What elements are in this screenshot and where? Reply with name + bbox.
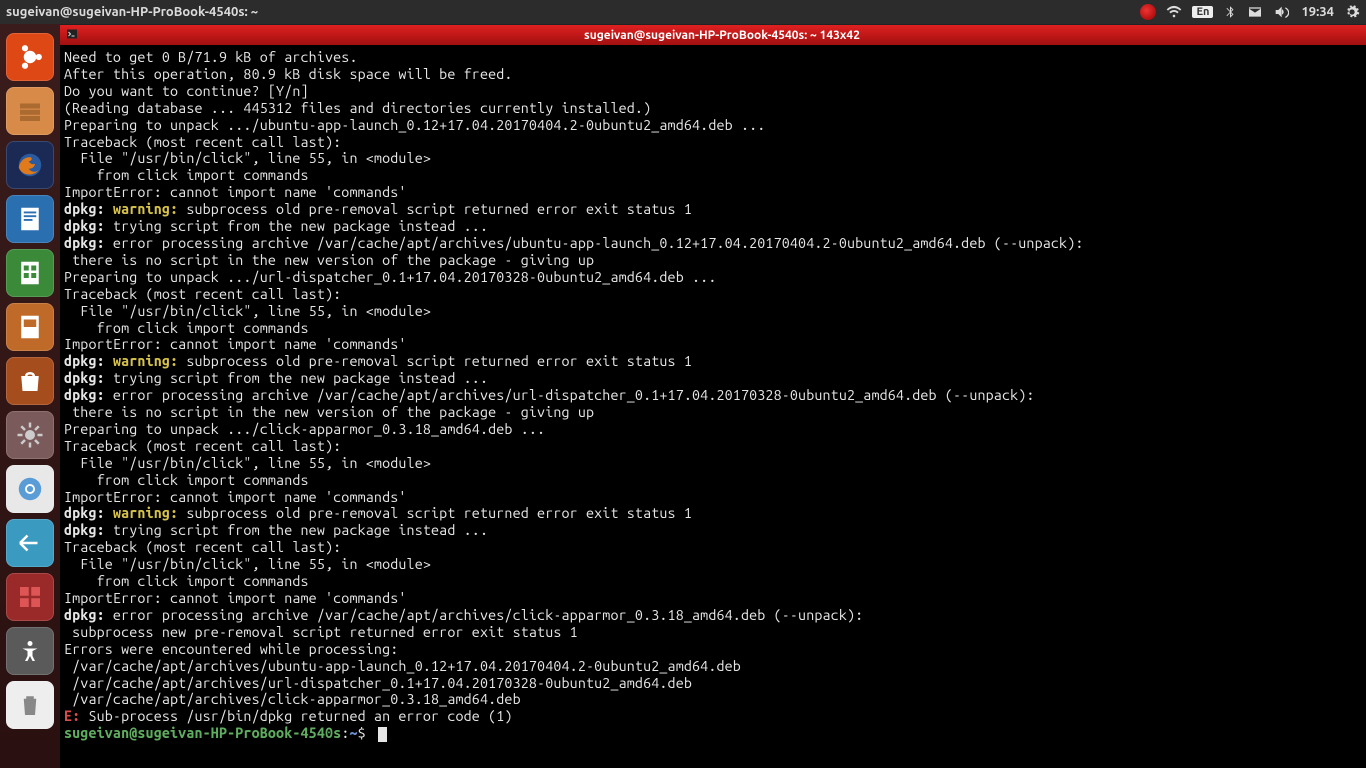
terminal-line: Preparing to unpack .../ubuntu-app-launc… (64, 117, 1362, 134)
terminal-titlebar[interactable]: sugeivan@sugeivan-HP-ProBook-4540s: ~ 14… (60, 25, 1366, 45)
launcher-ccsm[interactable] (6, 573, 54, 621)
terminal-line: from click import commands (64, 573, 1362, 590)
window-title: sugeivan@sugeivan-HP-ProBook-4540s: ~ (6, 5, 258, 19)
terminal-line: Do you want to continue? [Y/n] (64, 83, 1362, 100)
terminal-line: File "/usr/bin/click", line 55, in <modu… (64, 150, 1362, 167)
language-indicator[interactable]: En (1192, 2, 1213, 22)
terminal-line: from click import commands (64, 320, 1362, 337)
terminal-line: Preparing to unpack .../url-dispatcher_0… (64, 269, 1362, 286)
bluetooth-icon[interactable] (1223, 2, 1237, 22)
terminal-line: Traceback (most recent call last): (64, 438, 1362, 455)
terminal-line: Errors were encountered while processing… (64, 641, 1362, 658)
terminal-line: File "/usr/bin/click", line 55, in <modu… (64, 556, 1362, 573)
launcher-system-settings[interactable] (6, 411, 54, 459)
terminal-line: dpkg: warning: subprocess old pre-remova… (64, 201, 1362, 218)
terminal-line: After this operation, 80.9 kB disk space… (64, 66, 1362, 83)
terminal-cursor (378, 727, 387, 742)
terminal-line: dpkg: error processing archive /var/cach… (64, 607, 1362, 624)
terminal-line: (Reading database ... 445312 files and d… (64, 100, 1362, 117)
gnome-topbar: sugeivan@sugeivan-HP-ProBook-4540s: ~ En… (0, 0, 1366, 24)
terminal-line: from click import commands (64, 167, 1362, 184)
terminal-line: Preparing to unpack .../click-apparmor_0… (64, 421, 1362, 438)
terminal-line: subprocess new pre-removal script return… (64, 624, 1362, 641)
terminal-line: ImportError: cannot import name 'command… (64, 184, 1362, 201)
terminal-icon (66, 28, 78, 43)
terminal-line: File "/usr/bin/click", line 55, in <modu… (64, 455, 1362, 472)
terminal-line: there is no script in the new version of… (64, 404, 1362, 421)
launcher-trash[interactable] (6, 681, 54, 729)
terminal-output[interactable]: Need to get 0 B/71.9 kB of archives.Afte… (60, 45, 1366, 746)
terminal-line: from click import commands (64, 472, 1362, 489)
terminal-line: dpkg: error processing archive /var/cach… (64, 235, 1362, 252)
launcher-calc[interactable] (6, 249, 54, 297)
sound-icon[interactable] (1273, 2, 1289, 22)
update-shield-icon[interactable] (1140, 2, 1156, 22)
launcher-accessibility[interactable] (6, 627, 54, 675)
terminal-line: dpkg: trying script from the new package… (64, 522, 1362, 539)
terminal-line: Need to get 0 B/71.9 kB of archives. (64, 49, 1362, 66)
terminal-title-text: sugeivan@sugeivan-HP-ProBook-4540s: ~ 14… (78, 29, 1366, 42)
terminal-line: /var/cache/apt/archives/click-apparmor_0… (64, 691, 1362, 708)
terminal-line: dpkg: warning: subprocess old pre-remova… (64, 353, 1362, 370)
terminal-window: sugeivan@sugeivan-HP-ProBook-4540s: ~ 14… (60, 24, 1366, 764)
terminal-line: Traceback (most recent call last): (64, 286, 1362, 303)
terminal-line: dpkg: error processing archive /var/cach… (64, 387, 1362, 404)
wifi-icon[interactable] (1166, 2, 1182, 22)
terminal-line: ImportError: cannot import name 'command… (64, 489, 1362, 506)
terminal-prompt[interactable]: sugeivan@sugeivan-HP-ProBook-4540s:~$ (64, 725, 1362, 742)
launcher-chromium[interactable] (6, 465, 54, 513)
launcher-firefox[interactable] (6, 141, 54, 189)
launcher-screenshot[interactable] (6, 519, 54, 567)
terminal-line: E: Sub-process /usr/bin/dpkg returned an… (64, 708, 1362, 725)
launcher-writer[interactable] (6, 195, 54, 243)
terminal-line: /var/cache/apt/archives/ubuntu-app-launc… (64, 658, 1362, 675)
terminal-line: dpkg: trying script from the new package… (64, 218, 1362, 235)
terminal-line: File "/usr/bin/click", line 55, in <modu… (64, 303, 1362, 320)
terminal-line: ImportError: cannot import name 'command… (64, 336, 1362, 353)
clock[interactable]: 19:34 (1301, 2, 1334, 22)
power-cog-icon[interactable] (1344, 2, 1360, 22)
terminal-line: there is no script in the new version of… (64, 252, 1362, 269)
terminal-line: Traceback (most recent call last): (64, 539, 1362, 556)
terminal-line: dpkg: warning: subprocess old pre-remova… (64, 505, 1362, 522)
terminal-line: ImportError: cannot import name 'command… (64, 590, 1362, 607)
unity-launcher (0, 24, 60, 768)
launcher-impress[interactable] (6, 303, 54, 351)
terminal-line: dpkg: trying script from the new package… (64, 370, 1362, 387)
terminal-line: /var/cache/apt/archives/url-dispatcher_0… (64, 675, 1362, 692)
mail-icon[interactable] (1247, 2, 1263, 22)
launcher-files[interactable] (6, 87, 54, 135)
terminal-line: Traceback (most recent call last): (64, 134, 1362, 151)
launcher-software-store[interactable] (6, 357, 54, 405)
launcher-ubuntu-dash[interactable] (6, 33, 54, 81)
